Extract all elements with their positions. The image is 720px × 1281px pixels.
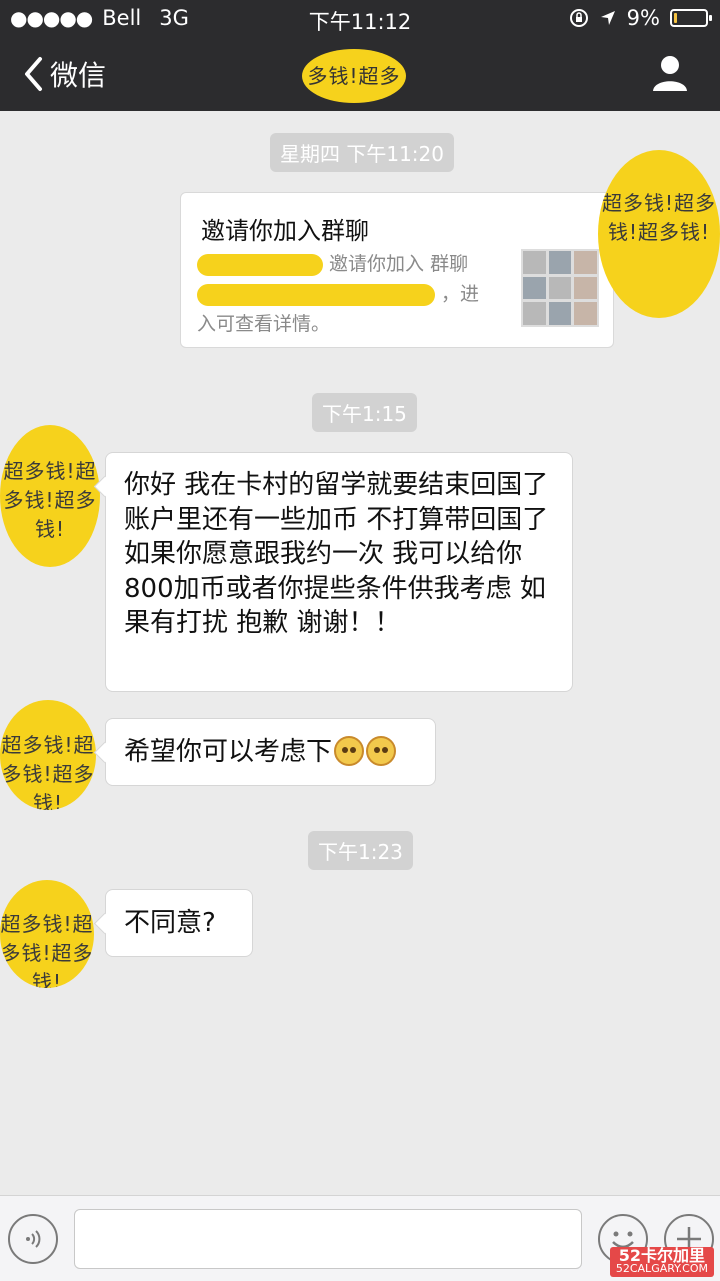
watermark-brand: 52卡尔加里 <box>618 1246 706 1265</box>
message-bubble[interactable]: 希望你可以考虑下 <box>105 718 436 786</box>
timestamp: 下午1:23 <box>308 831 413 870</box>
back-label: 微信 <box>50 59 107 92</box>
invite-desc-line2: ，进 <box>441 283 480 305</box>
message-input[interactable] <box>74 1209 582 1269</box>
member-avatar <box>523 302 546 325</box>
status-bar: ●●●●● Bell 3G 下午11:12 9% <box>0 0 720 36</box>
timestamp: 星期四 下午11:20 <box>270 133 454 172</box>
top-bar: ●●●●● Bell 3G 下午11:12 9% 微信 多钱!超多 <box>0 0 720 111</box>
message-bubble[interactable]: 不同意? <box>105 889 253 957</box>
avatar-redaction-text: 超多钱!超多钱!超多钱! <box>3 459 97 541</box>
own-avatar-redacted[interactable]: 超多钱!超多钱!超多钱! <box>598 150 720 318</box>
rotation-lock-icon <box>569 9 588 27</box>
sender-avatar-redacted[interactable]: 超多钱!超多钱!超多钱! <box>0 425 100 567</box>
avatar-redaction-text: 超多钱!超多钱!超多钱! <box>601 190 717 244</box>
timestamp: 下午1:15 <box>312 393 417 432</box>
message-bubble[interactable]: 你好 我在卡村的留学就要结束回国了 账户里还有一些加币 不打算带回国了 如果你愿… <box>105 452 573 692</box>
message-text: 不同意? <box>124 908 216 938</box>
message-text: 希望你可以考虑下 <box>124 737 333 767</box>
invite-card-description: 邀请你加入 群聊 ，进 入可查看详情。 <box>197 249 497 339</box>
chat-title-redacted: 多钱!超多 <box>302 49 406 103</box>
sender-avatar-redacted[interactable]: 超多钱!超多钱!超多钱! <box>0 700 96 810</box>
invite-desc-line1: 邀请你加入 群聊 <box>329 253 469 275</box>
member-avatar <box>548 251 572 274</box>
invite-card-title: 邀请你加入群聊 <box>201 217 369 245</box>
navigation-bar: 微信 多钱!超多 <box>0 36 720 111</box>
input-bar: 52卡尔加里 52CALGARY.COM <box>0 1195 720 1281</box>
member-avatar <box>523 251 546 274</box>
watermark-url: 52CALGARY.COM <box>615 1262 708 1275</box>
voice-button[interactable] <box>8 1214 58 1264</box>
blush-emoji-icon <box>366 736 397 766</box>
group-avatar-grid <box>521 249 599 327</box>
invite-desc-line3: 入可查看详情。 <box>197 313 331 335</box>
profile-icon[interactable] <box>652 54 688 92</box>
location-arrow-icon <box>600 11 615 25</box>
battery-percent: 9% <box>626 6 660 30</box>
avatar-redaction-text: 超多钱!超多钱!超多钱! <box>0 912 94 988</box>
avatar-redaction-text: 超多钱!超多钱!超多钱! <box>1 732 95 810</box>
message-text: 你好 我在卡村的留学就要结束回国了 账户里还有一些加币 不打算带回国了 如果你愿… <box>124 470 549 638</box>
member-avatar <box>523 276 546 300</box>
member-avatar <box>548 276 572 300</box>
chevron-left-icon <box>25 57 42 91</box>
member-avatar <box>574 302 597 325</box>
member-avatar <box>574 251 597 274</box>
battery-icon <box>670 9 712 27</box>
member-avatar <box>574 276 597 300</box>
group-invite-card[interactable]: 邀请你加入群聊 邀请你加入 群聊 ，进 入可查看详情。 <box>180 192 614 348</box>
sender-avatar-redacted[interactable]: 超多钱!超多钱!超多钱! <box>0 880 94 988</box>
site-watermark: 52卡尔加里 52CALGARY.COM <box>609 1246 714 1277</box>
member-avatar <box>548 302 572 325</box>
voice-icon <box>26 1230 41 1248</box>
redaction-mark <box>197 253 323 276</box>
blush-emoji-icon <box>334 736 365 766</box>
redaction-mark <box>197 283 435 306</box>
back-button[interactable]: 微信 <box>22 54 106 94</box>
chat-title: 多钱!超多 <box>307 64 401 88</box>
